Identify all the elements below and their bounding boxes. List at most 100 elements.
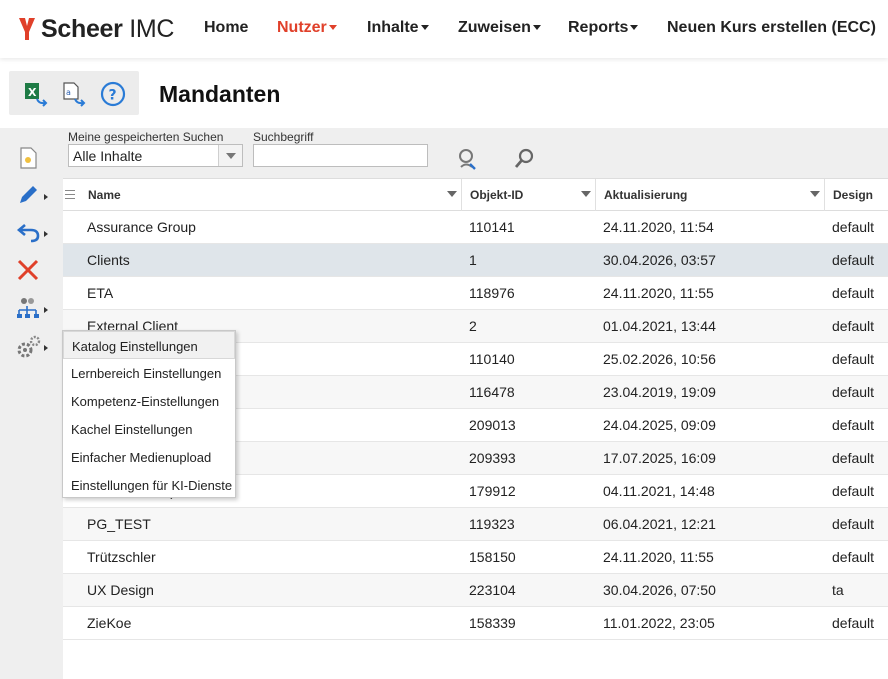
cell-name: Assurance Group	[87, 219, 196, 235]
column-header-aktualisierung[interactable]: Aktualisierung	[596, 179, 825, 211]
cell-name: ZieKoe	[87, 615, 132, 631]
table-row[interactable]: UX Design 223104 30.04.2026, 07:50 ta	[63, 574, 888, 607]
table-row[interactable]: ETA 118976 24.11.2020, 11:55 default	[63, 277, 888, 310]
action-sidebar	[0, 128, 63, 679]
cell-aktualisierung: 25.02.2026, 10:56	[603, 351, 716, 367]
scheer-imc-logo[interactable]: Scheer IMC	[18, 14, 174, 44]
cell-design: default	[832, 483, 875, 499]
dropdown-arrow-icon[interactable]	[218, 145, 242, 166]
menu-item-kachel-einstellungen[interactable]: Kachel Einstellungen	[63, 415, 235, 443]
menu-item-lernbereich-einstellungen[interactable]: Lernbereich Einstellungen	[63, 359, 235, 387]
search-input[interactable]	[253, 144, 428, 167]
edit-button[interactable]	[14, 183, 54, 211]
search-label: Suchbegriff	[253, 130, 314, 144]
cell-aktualisierung: 30.04.2026, 07:50	[603, 582, 716, 598]
cell-aktualisierung: 04.11.2021, 14:48	[603, 483, 715, 499]
chevron-down-icon	[328, 25, 337, 31]
table-row[interactable]: Trützschler 158150 24.11.2020, 11:55 defaul…	[63, 541, 888, 574]
nav-inhalte[interactable]: Inhalte	[367, 19, 429, 37]
cell-objekt-id: 2	[469, 318, 477, 334]
top-navigation-bar: Scheer IMC Home Nutzer Inhalte Zuweisen …	[0, 0, 888, 58]
search-icon[interactable]	[513, 147, 537, 171]
cell-objekt-id: 110140	[469, 351, 515, 367]
cell-objekt-id: 158150	[469, 549, 516, 565]
cell-design: default	[832, 549, 875, 565]
column-header-objekt-id[interactable]: Objekt-ID	[462, 179, 596, 211]
cell-design: default	[832, 615, 875, 631]
undo-icon	[16, 224, 40, 243]
column-menu-icon[interactable]	[65, 190, 75, 200]
nav-home[interactable]: Home	[204, 19, 248, 37]
submenu-arrow-icon	[44, 231, 48, 237]
submenu-arrow-icon	[44, 345, 48, 351]
cell-name: PG_TEST	[87, 516, 151, 532]
saved-searches-label: Meine gespeicherten Suchen	[68, 130, 224, 144]
cell-name: Trützschler	[87, 549, 156, 565]
saved-searches-value: Alle Inhalte	[73, 148, 143, 164]
cell-name: ETA	[87, 285, 114, 301]
cell-aktualisierung: 24.11.2020, 11:55	[603, 285, 714, 301]
org-hierarchy-button[interactable]	[14, 296, 54, 324]
cell-objekt-id: 158339	[469, 615, 516, 631]
cell-design: ta	[832, 582, 844, 598]
cell-design: default	[832, 450, 875, 466]
nav-reports[interactable]: Reports	[568, 19, 639, 37]
nav-zuweisen[interactable]: Zuweisen	[458, 19, 541, 37]
table-row[interactable]: PG_TEST 119323 06.04.2021, 12:21 default	[63, 508, 888, 541]
delete-x-icon	[17, 259, 39, 281]
menu-item-katalog-einstellungen[interactable]: Katalog Einstellungen	[63, 331, 235, 359]
page-title: Mandanten	[159, 81, 281, 107]
undo-button[interactable]	[14, 220, 54, 248]
cell-design: default	[832, 252, 875, 268]
saved-searches-select[interactable]: Alle Inhalte	[68, 144, 243, 167]
cell-objekt-id: 116478	[469, 384, 515, 400]
menu-item-kompetenz-einstellungen[interactable]: Kompetenz-Einstellungen	[63, 387, 235, 415]
new-document-icon	[20, 147, 37, 169]
cell-objekt-id: 110141	[469, 219, 515, 235]
table-row[interactable]: ZieKoe 158339 11.01.2022, 23:05 default	[63, 607, 888, 640]
table-row[interactable]: Clients 1 30.04.2026, 03:57 default	[63, 244, 888, 277]
cell-objekt-id: 179912	[469, 483, 516, 499]
submenu-arrow-icon	[44, 307, 48, 313]
cell-objekt-id: 209013	[469, 417, 516, 433]
delete-button[interactable]	[14, 258, 54, 286]
cell-aktualisierung: 06.04.2021, 12:21	[603, 516, 716, 532]
settings-context-menu: Katalog Einstellungen Lernbereich Einste…	[62, 330, 236, 498]
new-document-button[interactable]	[14, 146, 54, 174]
cell-design: default	[832, 417, 875, 433]
settings-button[interactable]	[14, 334, 54, 362]
svg-text:a: a	[66, 88, 71, 97]
svg-text:?: ?	[109, 88, 117, 104]
cell-aktualisierung: 30.04.2026, 03:57	[603, 252, 716, 268]
help-icon[interactable]: ?	[100, 81, 126, 107]
menu-item-einfacher-medienupload[interactable]: Einfacher Medienupload	[63, 443, 235, 471]
cell-aktualisierung: 01.04.2021, 13:44	[603, 318, 716, 334]
nav-nutzer[interactable]: Nutzer	[277, 19, 337, 37]
chevron-down-icon	[420, 25, 429, 31]
sort-chevron-icon[interactable]	[447, 191, 457, 197]
text-export-icon[interactable]: a	[61, 81, 87, 107]
table-header: Name Objekt-ID Aktualisierung Design	[63, 178, 888, 211]
nav-neuen-kurs-erstellen[interactable]: Neuen Kurs erstellen (ECC)	[667, 19, 876, 37]
cell-design: default	[832, 219, 875, 235]
cell-design: default	[832, 351, 875, 367]
cell-aktualisierung: 23.04.2019, 19:09	[603, 384, 716, 400]
cell-objekt-id: 209393	[469, 450, 516, 466]
cell-name: UX Design	[87, 582, 154, 598]
logo-mark-icon	[19, 18, 35, 40]
cell-aktualisierung: 24.04.2025, 09:09	[603, 417, 716, 433]
column-header-design[interactable]: Design	[825, 179, 888, 211]
cell-design: default	[832, 516, 875, 532]
cell-aktualisierung: 17.07.2025, 16:09	[603, 450, 716, 466]
column-header-name[interactable]: Name	[80, 179, 462, 211]
chevron-down-icon	[630, 25, 639, 31]
advanced-search-icon[interactable]	[456, 147, 480, 171]
excel-export-icon[interactable]: X	[23, 81, 49, 107]
sort-chevron-icon[interactable]	[810, 191, 820, 197]
cell-design: default	[832, 318, 875, 334]
sort-chevron-icon[interactable]	[581, 191, 591, 197]
org-hierarchy-icon	[17, 298, 39, 318]
menu-item-einstellungen-ki-dienste[interactable]: Einstellungen für KI-Dienste	[63, 471, 235, 499]
table-row[interactable]: Assurance Group 110141 24.11.2020, 11:54 de…	[63, 211, 888, 244]
cell-aktualisierung: 11.01.2022, 23:05	[603, 615, 715, 631]
